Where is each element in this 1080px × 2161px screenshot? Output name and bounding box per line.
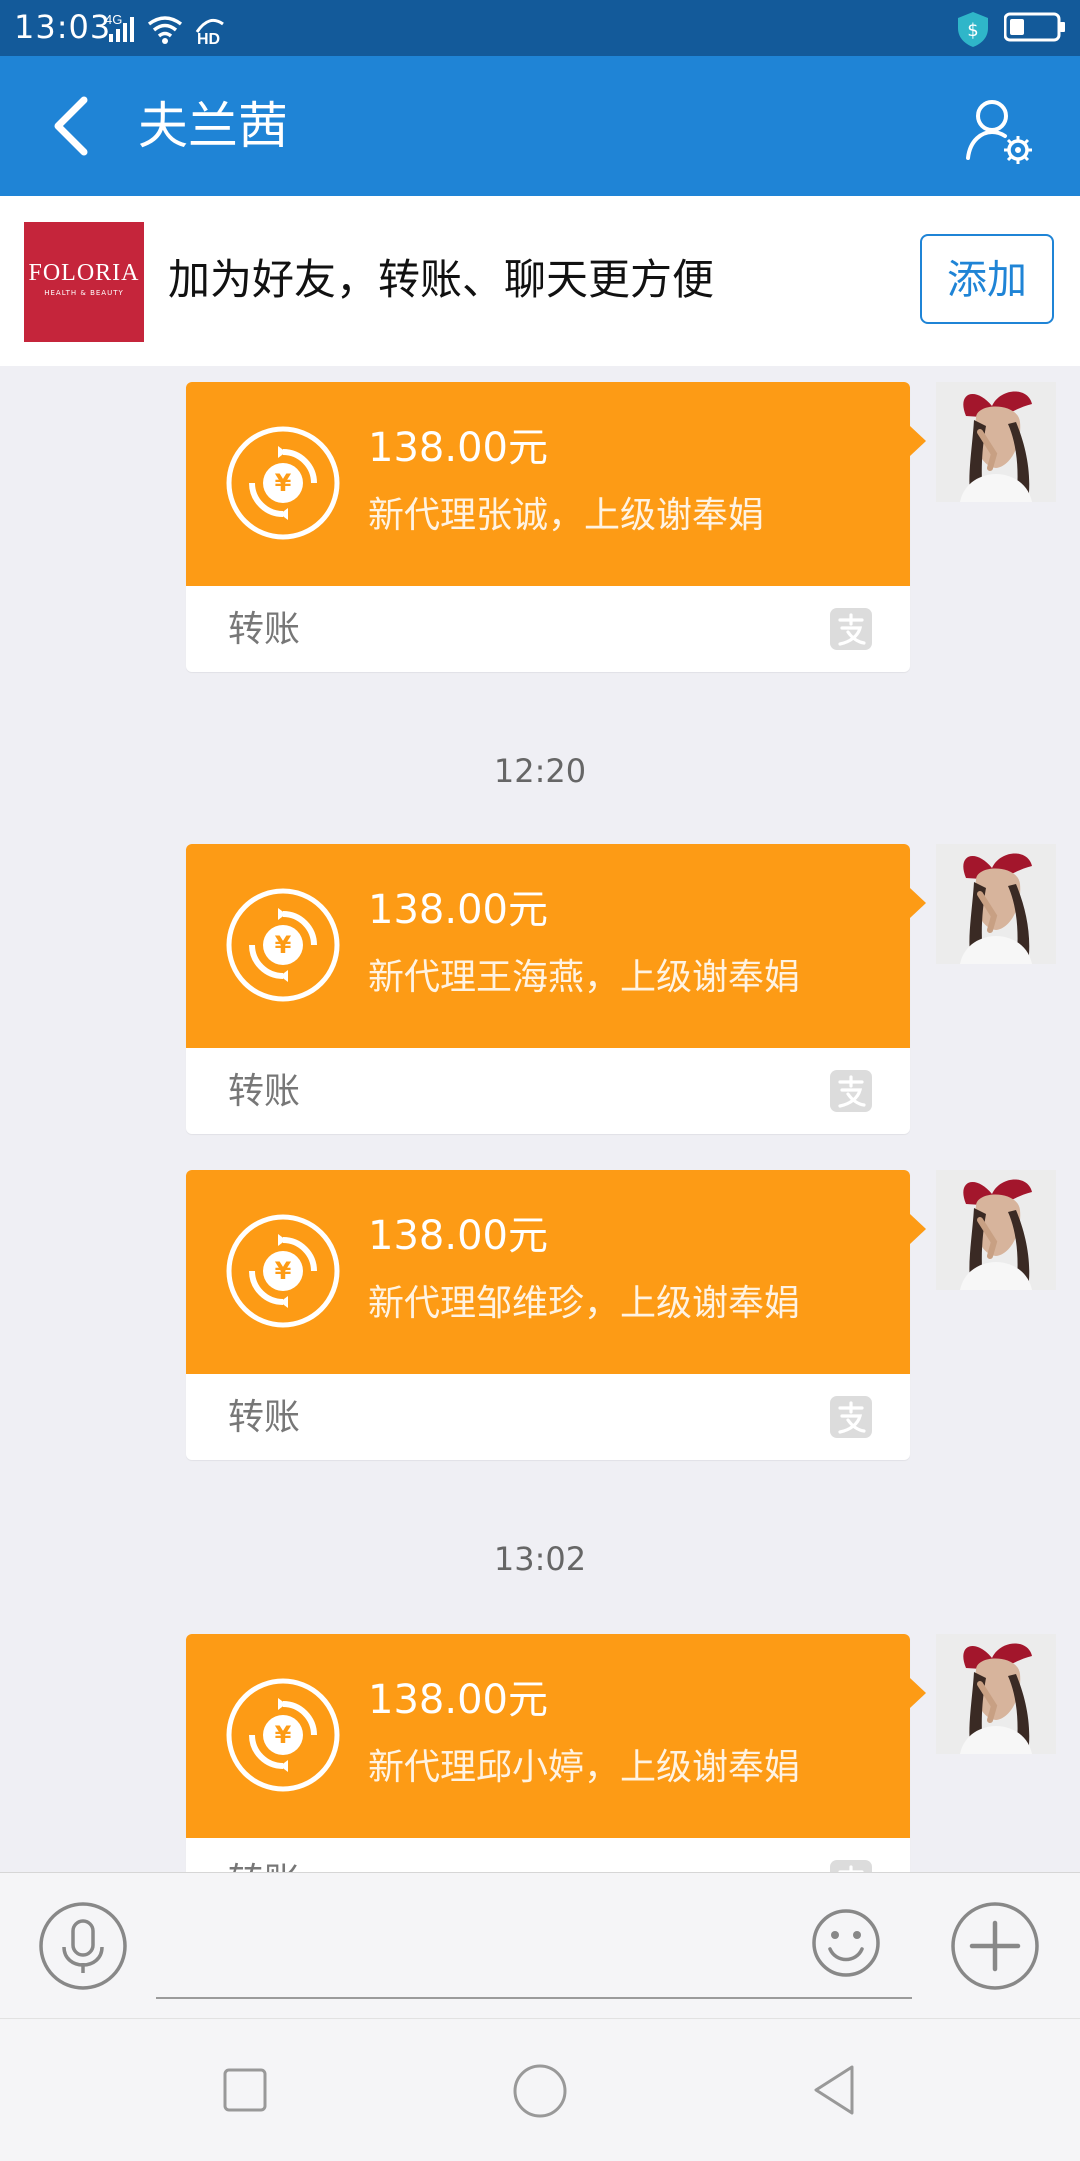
bubble-tail [910,1678,926,1708]
transfer-amount: 138.00元 [368,1213,548,1259]
transfer-card-footer: 转账 [186,1838,910,1872]
svg-text:¥: ¥ [275,931,292,959]
yuan-transfer-icon: ¥ [226,888,340,1002]
brand-logo: FOLORIA HEALTH & BEAUTY [24,222,144,342]
add-friend-prompt: 加为好友，转账、聊天更方便 [168,255,715,304]
transfer-message: ¥ 138.00元 新代理邹维珍，上级谢奉娟 转账 [0,1170,1080,1460]
battery-icon [1004,12,1065,42]
transfer-description: 新代理王海燕，上级谢奉娟 [368,957,801,998]
user-settings-icon[interactable] [960,92,1036,168]
transfer-card-top: ¥ 138.00元 新代理邱小婷，上级谢奉娟 [186,1634,910,1838]
bubble-tail [910,426,926,456]
bubble-tail [910,888,926,918]
transfer-card[interactable]: ¥ 138.00元 新代理张诚，上级谢奉娟 转账 [186,382,926,672]
transfer-amount: 138.00元 [368,425,548,471]
plus-icon[interactable] [950,1901,1040,1991]
home-circle-icon[interactable] [512,2063,568,2119]
yuan-transfer-icon: ¥ [226,1214,340,1328]
message-timestamp: 13:02 [493,1540,587,1578]
transfer-card-top: ¥ 138.00元 新代理王海燕，上级谢奉娟 [186,844,910,1048]
add-friend-button[interactable]: 添加 [920,234,1054,324]
yuan-transfer-icon: ¥ [226,426,340,540]
system-navigation-bar [0,2018,1080,2161]
transfer-description: 新代理邹维珍，上级谢奉娟 [368,1283,801,1324]
security-shield-icon: $ [958,12,988,47]
yuan-transfer-icon: ¥ [226,1678,340,1792]
status-time: 13:03 [14,8,112,46]
chat-title: 夫兰茜 [138,97,288,155]
message-input-bar [0,1872,1080,2019]
alipay-icon [830,608,872,650]
transfer-label: 转账 [228,1858,300,1872]
transfer-card-top: ¥ 138.00元 新代理张诚，上级谢奉娟 [186,382,910,586]
alipay-icon [830,1396,872,1438]
transfer-card[interactable]: ¥ 138.00元 新代理邹维珍，上级谢奉娟 转账 [186,1170,926,1460]
alipay-icon [830,1070,872,1112]
sender-avatar[interactable] [936,1634,1056,1754]
svg-text:$: $ [967,20,978,41]
microphone-icon[interactable] [38,1901,128,1991]
transfer-card[interactable]: ¥ 138.00元 新代理王海燕，上级谢奉娟 转账 [186,844,926,1134]
sender-avatar[interactable] [936,1170,1056,1290]
transfer-card-footer: 转账 [186,586,910,672]
transfer-amount: 138.00元 [368,1677,548,1723]
transfer-description: 新代理张诚，上级谢奉娟 [368,495,765,536]
hd-label: HD [197,31,220,46]
network-type-label: 4G [105,12,122,27]
message-timestamp: 12:20 [493,752,587,790]
sender-avatar[interactable] [936,844,1056,964]
signal-wifi-icons: 4G HD [105,12,224,46]
transfer-label: 转账 [228,1397,301,1438]
transfer-message: ¥ 138.00元 新代理邱小婷，上级谢奉娟 转账 [0,1634,1080,1872]
add-friend-banner: FOLORIA HEALTH & BEAUTY 加为好友，转账、聊天更方便 添加 [0,196,1080,366]
logo-subtext: HEALTH & BEAUTY [44,289,124,297]
status-bar: 13:03 4G HD $ [0,0,1080,56]
transfer-card[interactable]: ¥ 138.00元 新代理邱小婷，上级谢奉娟 转账 [186,1634,926,1872]
recents-square-icon[interactable] [222,2067,268,2113]
transfer-amount: 138.00元 [368,887,548,933]
transfer-card-top: ¥ 138.00元 新代理邹维珍，上级谢奉娟 [186,1170,910,1374]
chat-messages[interactable]: ¥ 138.00元 新代理张诚，上级谢奉娟 转账 12:20 ¥ 138.00元… [0,366,1080,1872]
smiley-icon[interactable] [810,1907,882,1979]
back-chevron-icon[interactable] [48,94,94,158]
transfer-card-footer: 转账 [186,1048,910,1134]
transfer-description: 新代理邱小婷，上级谢奉娟 [368,1747,801,1788]
alipay-icon [830,1860,872,1872]
transfer-label: 转账 [228,1071,301,1112]
transfer-message: ¥ 138.00元 新代理张诚，上级谢奉娟 转账 [0,382,1080,672]
transfer-card-footer: 转账 [186,1374,910,1460]
message-text-input[interactable] [156,1901,912,1999]
logo-text: FOLORIA [28,260,140,286]
transfer-message: ¥ 138.00元 新代理王海燕，上级谢奉娟 转账 [0,844,1080,1134]
svg-text:¥: ¥ [275,469,292,497]
transfer-label: 转账 [228,609,301,650]
svg-text:¥: ¥ [275,1257,292,1285]
svg-text:¥: ¥ [275,1721,292,1749]
chat-header: 夫兰茜 [0,56,1080,196]
bubble-tail [910,1214,926,1244]
sender-avatar[interactable] [936,382,1056,502]
back-triangle-icon[interactable] [810,2063,858,2117]
